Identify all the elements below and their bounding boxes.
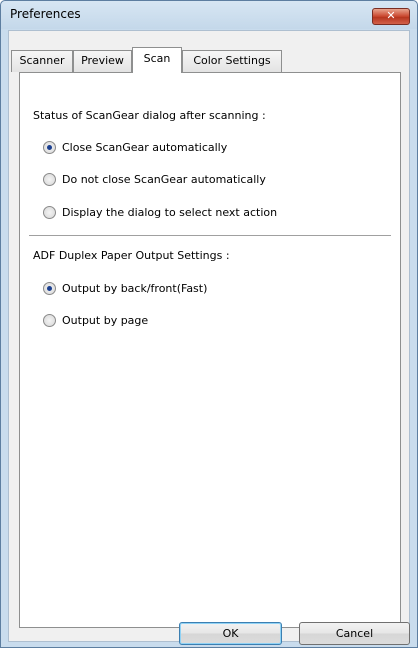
title-bar[interactable]: Preferences ✕ [1, 1, 417, 29]
radio-label: Do not close ScanGear automatically [62, 173, 266, 186]
close-icon: ✕ [386, 9, 396, 22]
tab-label: Scan [143, 52, 171, 65]
tab-scanner[interactable]: Scanner [11, 50, 73, 72]
radio-button-checked[interactable] [43, 141, 56, 154]
status-group-label: Status of ScanGear dialog after scanning… [33, 109, 266, 122]
tab-label: Preview [81, 54, 124, 67]
tab-scan[interactable]: Scan [132, 47, 182, 73]
radio-label: Close ScanGear automatically [62, 141, 228, 154]
close-button[interactable]: ✕ [372, 8, 410, 25]
scan-tab-panel: Status of ScanGear dialog after scanning… [19, 72, 401, 628]
dialog-body: Scanner Preview Scan Color Settings Stat… [8, 30, 410, 642]
divider [29, 235, 391, 237]
radio-button[interactable] [43, 206, 56, 219]
duplex-group-label: ADF Duplex Paper Output Settings : [33, 249, 230, 262]
tab-color-settings[interactable]: Color Settings [182, 50, 282, 72]
cancel-button[interactable]: Cancel [299, 622, 410, 645]
preferences-dialog: Preferences ✕ Scanner Preview Scan Color… [0, 0, 418, 648]
radio-label: Output by page [62, 314, 149, 327]
radio-label: Display the dialog to select next action [62, 206, 278, 219]
tab-preview[interactable]: Preview [73, 50, 132, 72]
radio-label: Output by back/front(Fast) [62, 282, 208, 295]
ok-button[interactable]: OK [179, 622, 282, 645]
radio-button[interactable] [43, 173, 56, 186]
tab-label: Color Settings [193, 54, 271, 67]
window-title: Preferences [10, 7, 81, 21]
tab-label: Scanner [19, 54, 65, 67]
radio-button[interactable] [43, 314, 56, 327]
radio-button-checked[interactable] [43, 282, 56, 295]
